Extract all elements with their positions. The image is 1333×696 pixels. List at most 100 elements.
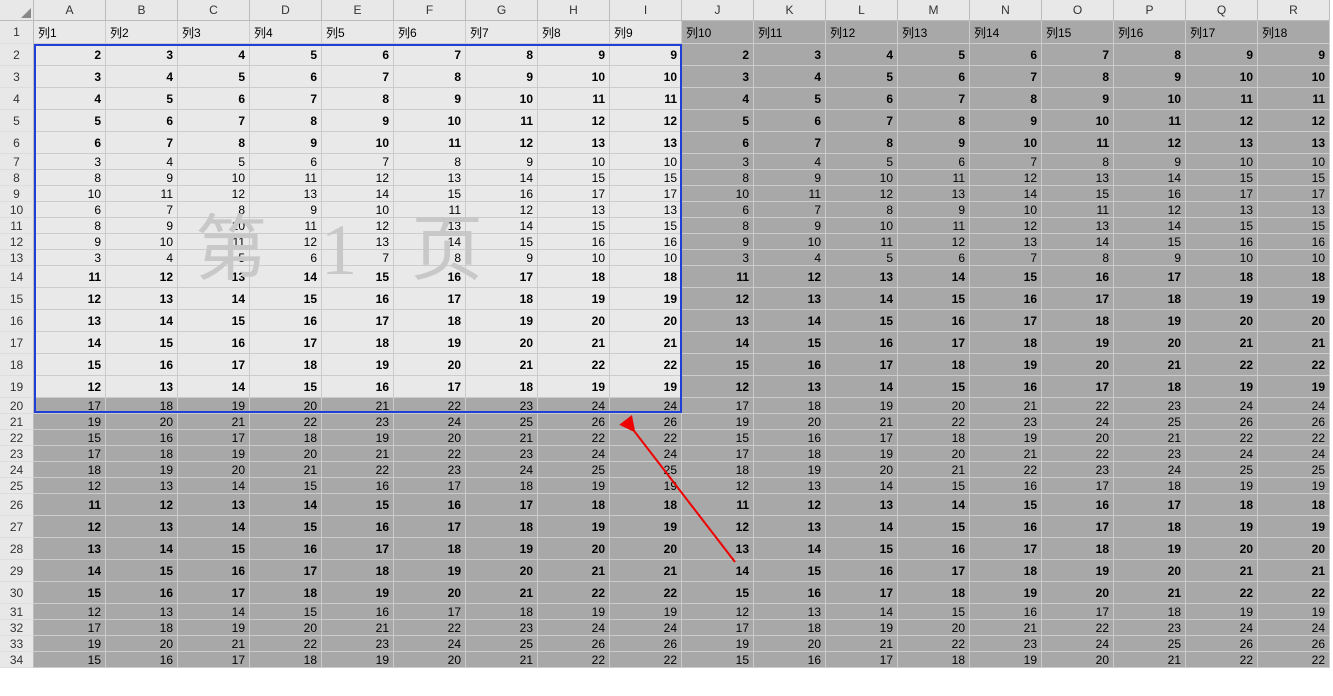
cell[interactable]: 22: [1258, 354, 1330, 376]
cell[interactable]: 11: [754, 186, 826, 202]
cell[interactable]: 22: [1186, 430, 1258, 446]
cell[interactable]: 15: [1258, 218, 1330, 234]
cell[interactable]: 24: [1186, 398, 1258, 414]
cell[interactable]: 10: [1114, 88, 1186, 110]
cell[interactable]: 7: [898, 88, 970, 110]
cell[interactable]: 10: [1186, 154, 1258, 170]
cell[interactable]: 10: [1186, 66, 1258, 88]
cell[interactable]: 9: [250, 202, 322, 218]
cell[interactable]: 14: [178, 478, 250, 494]
cell[interactable]: 20: [394, 652, 466, 668]
select-all-corner[interactable]: [0, 0, 34, 21]
cell[interactable]: 18: [538, 266, 610, 288]
cell[interactable]: 19: [970, 652, 1042, 668]
cell[interactable]: 12: [250, 234, 322, 250]
cell[interactable]: 17: [1042, 604, 1114, 620]
cell[interactable]: 21: [178, 636, 250, 652]
cell[interactable]: 24: [610, 398, 682, 414]
cell[interactable]: 16: [1042, 494, 1114, 516]
cell[interactable]: 8: [682, 218, 754, 234]
cell[interactable]: 19: [538, 516, 610, 538]
row-header[interactable]: 8: [0, 170, 34, 186]
cell[interactable]: 14: [898, 494, 970, 516]
cell[interactable]: 10: [970, 202, 1042, 218]
cell[interactable]: 11: [682, 266, 754, 288]
cell[interactable]: 26: [610, 636, 682, 652]
row-header[interactable]: 28: [0, 538, 34, 560]
cell[interactable]: 8: [970, 88, 1042, 110]
cell[interactable]: 19: [394, 560, 466, 582]
cell[interactable]: 10: [610, 250, 682, 266]
cell[interactable]: 21: [970, 398, 1042, 414]
cell[interactable]: 26: [538, 636, 610, 652]
cell[interactable]: 4: [754, 250, 826, 266]
cell[interactable]: 22: [538, 582, 610, 604]
cell[interactable]: 25: [538, 462, 610, 478]
cell[interactable]: 12: [34, 288, 106, 310]
cell[interactable]: 24: [1258, 398, 1330, 414]
cell[interactable]: 13: [610, 202, 682, 218]
cell[interactable]: 7: [322, 66, 394, 88]
cell[interactable]: 11: [898, 218, 970, 234]
cell[interactable]: 13: [970, 234, 1042, 250]
cell[interactable]: 4: [106, 66, 178, 88]
cell[interactable]: 26: [1258, 414, 1330, 430]
cell[interactable]: 6: [106, 110, 178, 132]
cell[interactable]: 16: [178, 560, 250, 582]
cell[interactable]: 15: [1114, 234, 1186, 250]
column-header[interactable]: H: [538, 0, 610, 21]
cell[interactable]: 18: [1114, 376, 1186, 398]
cell[interactable]: 9: [1114, 250, 1186, 266]
cell[interactable]: 9: [466, 66, 538, 88]
cell[interactable]: 21: [826, 414, 898, 430]
cell[interactable]: 21: [466, 354, 538, 376]
column-header[interactable]: L: [826, 0, 898, 21]
cell[interactable]: 15: [178, 538, 250, 560]
cell[interactable]: 9: [106, 170, 178, 186]
cell[interactable]: 15: [610, 218, 682, 234]
cell[interactable]: 18: [682, 462, 754, 478]
row-header[interactable]: 2: [0, 44, 34, 66]
cell[interactable]: 8: [250, 110, 322, 132]
cell[interactable]: 20: [538, 310, 610, 332]
cell[interactable]: 15: [754, 560, 826, 582]
cell[interactable]: 17: [898, 560, 970, 582]
column-header[interactable]: C: [178, 0, 250, 21]
cell[interactable]: 21: [322, 398, 394, 414]
cell[interactable]: 14: [754, 310, 826, 332]
cell[interactable]: 16: [970, 288, 1042, 310]
cell[interactable]: 12: [682, 376, 754, 398]
column-header[interactable]: J: [682, 0, 754, 21]
cell[interactable]: 列12: [826, 21, 898, 44]
cell[interactable]: 8: [394, 66, 466, 88]
cell[interactable]: 25: [1186, 462, 1258, 478]
cell[interactable]: 24: [1186, 620, 1258, 636]
cell[interactable]: 19: [322, 430, 394, 446]
cell[interactable]: 15: [538, 218, 610, 234]
cell[interactable]: 2: [682, 44, 754, 66]
cell[interactable]: 24: [1114, 462, 1186, 478]
cell[interactable]: 列4: [250, 21, 322, 44]
cell[interactable]: 12: [970, 170, 1042, 186]
cell[interactable]: 17: [1042, 376, 1114, 398]
cell[interactable]: 17: [826, 652, 898, 668]
cell[interactable]: 11: [1114, 110, 1186, 132]
cell[interactable]: 14: [754, 538, 826, 560]
cell[interactable]: 16: [754, 354, 826, 376]
cell[interactable]: 12: [322, 170, 394, 186]
cell[interactable]: 11: [898, 170, 970, 186]
cell[interactable]: 13: [106, 604, 178, 620]
cell[interactable]: 18: [394, 310, 466, 332]
cell[interactable]: 17: [394, 376, 466, 398]
cell[interactable]: 25: [466, 414, 538, 430]
row-header[interactable]: 24: [0, 462, 34, 478]
cell[interactable]: 20: [1042, 652, 1114, 668]
cell[interactable]: 23: [970, 636, 1042, 652]
cell[interactable]: 9: [1114, 66, 1186, 88]
column-header[interactable]: K: [754, 0, 826, 21]
column-header[interactable]: N: [970, 0, 1042, 21]
cell[interactable]: 22: [610, 430, 682, 446]
cell[interactable]: 5: [250, 44, 322, 66]
cell[interactable]: 15: [322, 266, 394, 288]
cell[interactable]: 15: [1258, 170, 1330, 186]
